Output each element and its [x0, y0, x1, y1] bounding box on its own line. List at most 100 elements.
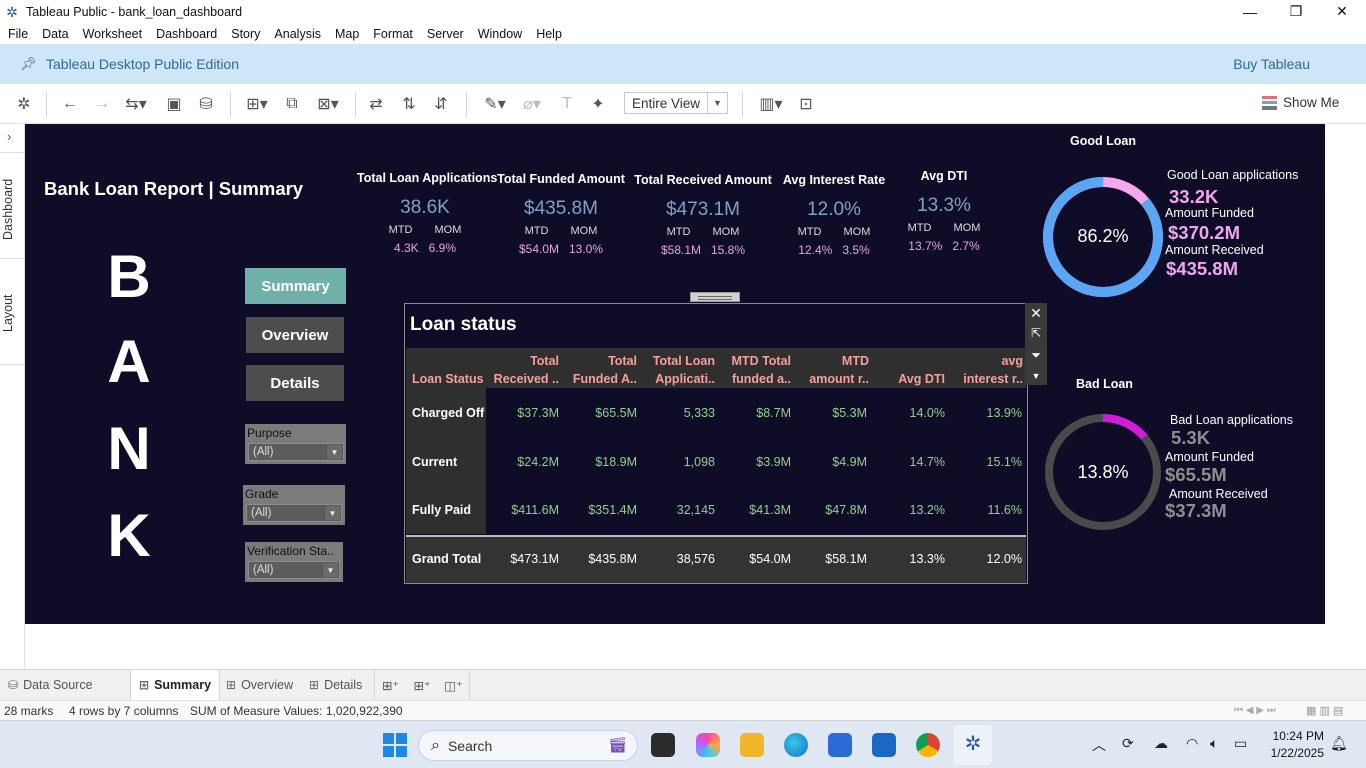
fit-view-select[interactable]: Entire View ▼ — [624, 92, 728, 114]
menu-data[interactable]: Data — [37, 27, 73, 41]
new-story-button[interactable]: ◫⁺ — [438, 670, 470, 700]
verification-status-filter: Verification Sta.. (All) ▼ — [245, 542, 343, 582]
kpi-mom-label: MOM — [953, 222, 981, 234]
chevron-down-icon: ▼ — [322, 563, 338, 577]
show-mark-labels-icon[interactable]: T — [557, 94, 577, 114]
overview-nav-button[interactable]: Overview — [246, 317, 344, 353]
menu-story[interactable]: Story — [226, 27, 265, 41]
go-to-sheet-icon[interactable]: ⇱ — [1029, 326, 1043, 340]
rows-columns-count: 4 rows by 7 columns — [69, 703, 179, 718]
group-members-icon[interactable]: ⌀▾ — [516, 94, 548, 114]
buy-tableau-link[interactable]: Buy Tableau — [1233, 56, 1310, 72]
menu-format[interactable]: Format — [368, 27, 418, 41]
taskbar-search[interactable]: ⌕ Search 🎬︎ — [418, 730, 638, 761]
data-source-tab[interactable]: ⛁ Data Source — [8, 670, 93, 700]
restore-button[interactable]: ❐ — [1273, 0, 1319, 23]
new-dashboard-button[interactable]: ⊞⁺ — [406, 670, 438, 700]
tableau-logo-icon: ✲ — [6, 3, 18, 20]
minimize-button[interactable]: — — [1227, 0, 1273, 23]
tab-overview[interactable]: ⊞ Overview — [226, 670, 293, 700]
file-explorer-icon[interactable] — [740, 733, 764, 757]
chevron-up-icon[interactable]: ︿ — [1092, 735, 1106, 755]
bad-loan-received-value: $37.3M — [1165, 500, 1227, 521]
chevron-down-icon: ▼ — [326, 445, 342, 459]
clear-sheet-icon[interactable]: ⊠▾ — [311, 94, 345, 114]
menu-file[interactable]: File — [3, 27, 33, 41]
column-header-loan-status[interactable]: Loan Status — [412, 370, 484, 388]
menu-server[interactable]: Server — [422, 27, 469, 41]
layout-pane-tab[interactable]: Layout — [1, 294, 15, 332]
show-me-button[interactable]: Show Me — [1262, 95, 1339, 110]
menu-dashboard[interactable]: Dashboard — [151, 27, 222, 41]
clock[interactable]: 10:24 PM 1/22/2025 — [1271, 728, 1324, 762]
column-header[interactable]: MTD Total funded a.. — [721, 352, 791, 388]
show-cards-icon[interactable]: ▥▾ — [754, 94, 788, 114]
good-loan-applications-label: Good Loan applications — [1167, 168, 1299, 182]
more-options-icon[interactable]: ▼ — [1029, 369, 1043, 383]
fix-axes-icon[interactable]: ✦ — [588, 94, 608, 114]
kpi-mom-value: 2.7% — [952, 239, 980, 253]
copilot-icon[interactable] — [696, 733, 720, 757]
task-view-icon[interactable] — [651, 733, 675, 757]
expand-panel-icon[interactable]: › — [7, 129, 11, 144]
outlook-icon[interactable] — [872, 733, 896, 757]
summary-nav-button[interactable]: Summary — [245, 268, 346, 304]
volume-icon[interactable]: 🔈︎ — [1210, 735, 1218, 752]
notification-bell-icon[interactable]: 🔔︎ — [1330, 735, 1348, 752]
taskbar: ⌕ Search 🎬︎ ✲ ︿ ⟳ ☁ ◠ 🔈︎ ▭ 10:24 PM 1/22… — [0, 720, 1366, 768]
microsoft-store-icon[interactable] — [828, 733, 852, 757]
replay-icon[interactable]: ⇆▾ — [121, 94, 151, 114]
new-data-source-icon[interactable]: ⛁ — [195, 94, 217, 114]
view-toggle-icon[interactable]: ▦ ▥ ▤ — [1306, 704, 1343, 717]
tab-summary[interactable]: ⊞ Summary — [130, 670, 221, 700]
purpose-filter-select[interactable]: (All) ▼ — [248, 443, 344, 461]
sort-ascending-icon[interactable]: ⇅ — [398, 94, 420, 114]
chrome-icon[interactable] — [916, 733, 940, 757]
new-worksheet-icon[interactable]: ⊞▾ — [240, 94, 274, 114]
close-button[interactable]: ✕ — [1319, 0, 1365, 23]
windows-start-icon[interactable] — [383, 733, 407, 757]
column-header[interactable]: Total Loan Applicati.. — [643, 352, 715, 388]
new-worksheet-button[interactable]: ⊞⁺ — [374, 670, 406, 700]
menu-worksheet[interactable]: Worksheet — [78, 27, 148, 41]
column-header[interactable]: Total Received .. — [487, 352, 559, 388]
menu-map[interactable]: Map — [330, 27, 364, 41]
loan-status-sheet[interactable]: Loan status Loan Status Total Received ..… — [404, 303, 1028, 584]
verification-status-filter-select[interactable]: (All) ▼ — [248, 561, 340, 579]
edge-icon[interactable] — [784, 733, 808, 757]
wifi-icon[interactable]: ◠ — [1186, 735, 1198, 752]
filter-icon[interactable]: ⏷ — [1029, 348, 1043, 362]
onedrive-icon[interactable]: ☁ — [1154, 735, 1168, 752]
save-icon[interactable]: ▣ — [164, 94, 184, 114]
bank-letter: A — [107, 328, 151, 395]
move-handle[interactable] — [690, 292, 740, 302]
column-header[interactable]: avg interest r.. — [951, 352, 1023, 388]
column-header[interactable]: Avg DTI — [875, 370, 945, 388]
menu-help[interactable]: Help — [531, 27, 567, 41]
menu-window[interactable]: Window — [473, 27, 527, 41]
database-icon: ⛁ — [8, 678, 19, 692]
column-header[interactable]: MTD amount r.. — [797, 352, 869, 388]
duplicate-sheet-icon[interactable]: ⧉ — [282, 94, 302, 114]
kpi-total-loan-applications: Total Loan Applications 38.6K MTD MOM 4.3… — [357, 171, 497, 255]
column-header[interactable]: Total Funded A.. — [565, 352, 637, 388]
menu-analysis[interactable]: Analysis — [269, 27, 326, 41]
close-icon[interactable]: ✕ — [1029, 306, 1043, 320]
kpi-mtd-value: 13.7% — [908, 239, 943, 253]
swap-rows-columns-icon[interactable]: ⇄ — [366, 94, 386, 114]
presentation-mode-icon[interactable]: ⊡ — [796, 94, 816, 114]
grade-filter-select[interactable]: (All) ▼ — [246, 504, 342, 522]
kpi-mtd-value: 4.3K — [393, 241, 419, 255]
sync-icon[interactable]: ⟳ — [1122, 735, 1134, 752]
details-nav-button[interactable]: Details — [246, 365, 344, 401]
sort-descending-icon[interactable]: ⇵ — [430, 94, 452, 114]
highlight-icon[interactable]: ✎▾ — [478, 94, 512, 114]
tableau-home-icon[interactable]: ✲ — [14, 94, 34, 114]
sheet-navigation-icon[interactable]: ⏮ ◀ ▶ ⏭ — [1234, 705, 1276, 716]
dashboard-pane-tab[interactable]: Dashboard — [1, 179, 15, 240]
table-cell: 1,098 — [683, 455, 715, 469]
undo-icon[interactable]: ← — [60, 94, 80, 114]
tab-details[interactable]: ⊞ Details — [309, 670, 362, 700]
battery-icon[interactable]: ▭ — [1234, 735, 1247, 752]
redo-icon[interactable]: → — [92, 94, 112, 114]
